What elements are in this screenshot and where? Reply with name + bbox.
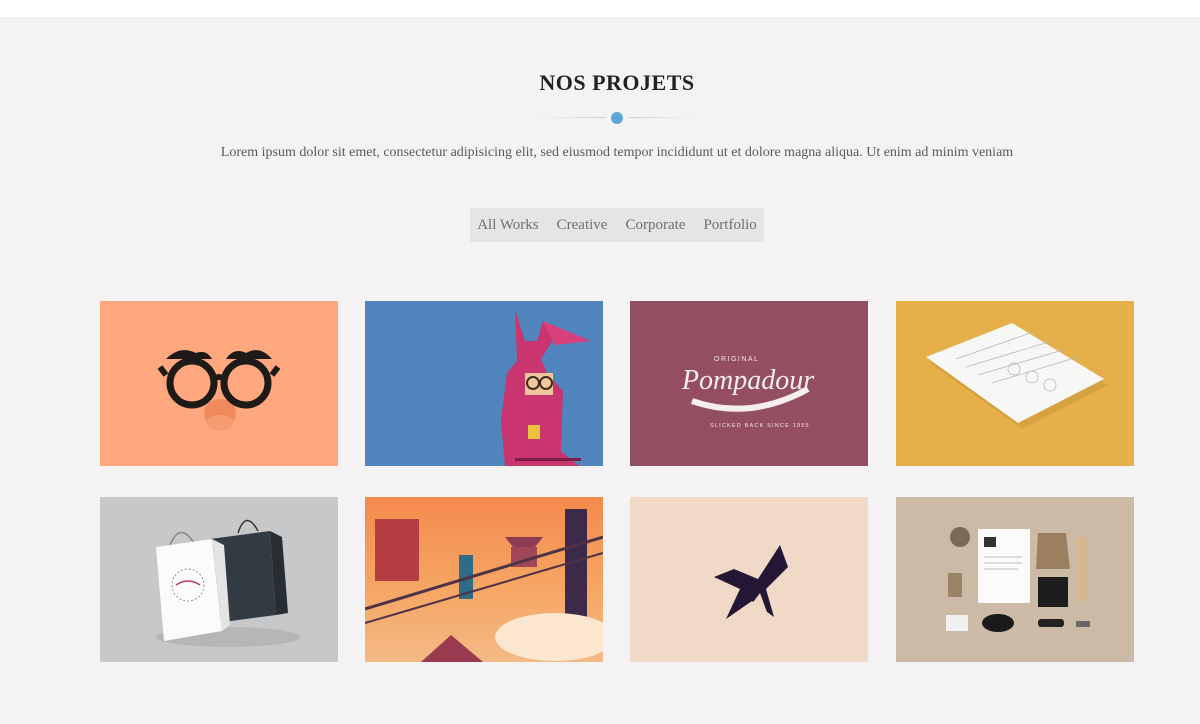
portfolio-item-shopping-bags[interactable] <box>100 497 338 662</box>
city-illustration <box>365 497 603 662</box>
svg-text:ORIGINAL: ORIGINAL <box>714 356 759 363</box>
portfolio-item-stationery[interactable] <box>896 301 1134 466</box>
portfolio-filters: All Works Creative Corporate Portfolio <box>470 208 764 242</box>
filter-all-works[interactable]: All Works <box>477 217 538 234</box>
pompadour-logo: ORIGINAL Pompadour SLICKED BACK SINCE 19… <box>681 356 814 429</box>
divider-dot <box>611 112 623 124</box>
portfolio-item-city[interactable] <box>365 497 603 662</box>
bunny-illustration <box>501 309 591 466</box>
portfolio-item-branding-kit[interactable] <box>896 497 1134 662</box>
stationery-mockup <box>926 323 1108 429</box>
filter-creative[interactable]: Creative <box>557 217 608 234</box>
filter-corporate[interactable]: Corporate <box>625 217 685 234</box>
svg-text:Pompadour: Pompadour <box>681 365 814 396</box>
divider-line-right <box>628 117 694 118</box>
shopping-bags-mockup <box>156 519 300 647</box>
pen-nib-logo <box>714 545 788 619</box>
portfolio-item-glasses[interactable] <box>100 301 338 466</box>
svg-text:SLICKED BACK SINCE 1955: SLICKED BACK SINCE 1955 <box>710 423 810 429</box>
section-title: NOS PROJETS <box>539 70 695 95</box>
glasses-illustration <box>157 350 281 431</box>
portfolio-item-pompadour[interactable]: ORIGINAL Pompadour SLICKED BACK SINCE 19… <box>630 301 868 466</box>
divider-line-left <box>540 117 606 118</box>
top-bar <box>0 0 1200 17</box>
branding-kit-mockup <box>946 527 1090 632</box>
filter-portfolio[interactable]: Portfolio <box>703 217 756 234</box>
section-lead: Lorem ipsum dolor sit emet, consectetur … <box>220 145 1014 160</box>
title-divider <box>540 111 694 125</box>
portfolio-item-bunny[interactable] <box>365 301 603 466</box>
portfolio-item-pen-logo[interactable] <box>630 497 868 662</box>
